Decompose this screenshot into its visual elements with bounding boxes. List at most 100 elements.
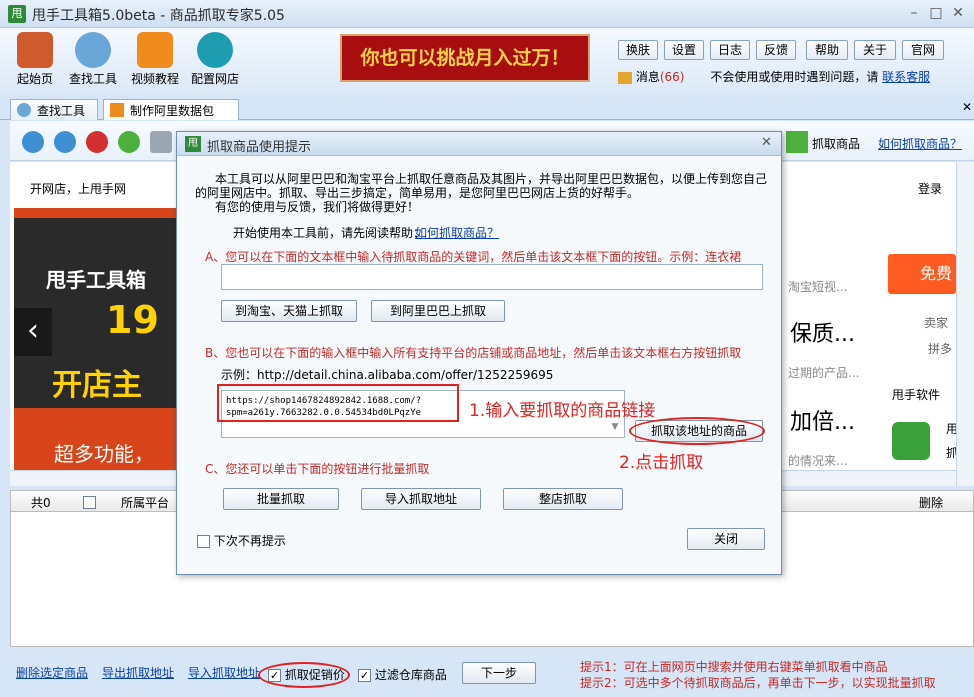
filter-warehouse-checkbox[interactable]: ✓ <box>358 669 371 682</box>
carousel-prev-icon[interactable]: ‹ <box>14 308 52 356</box>
free-button[interactable]: 免费 <box>888 254 956 294</box>
dialog-close-icon[interactable]: ✕ <box>761 135 772 150</box>
skin-button[interactable]: 换肤 <box>618 40 658 60</box>
column-delete[interactable]: 删除 <box>919 494 943 511</box>
contact-support-link[interactable]: 联系客服 <box>882 70 930 84</box>
shop-grab-button[interactable]: 整店抓取 <box>503 488 623 510</box>
help-text: 不会使用或使用时遇到问题，请 <box>710 70 879 84</box>
article-snippet-1[interactable]: 淘宝短视... <box>788 278 847 295</box>
url-highlight-rect <box>217 384 459 422</box>
page-vertical-scrollbar[interactable] <box>956 162 974 486</box>
export-urls-link[interactable]: 导出抓取地址 <box>102 664 174 681</box>
window-title: 甩手工具箱5.0beta - 商品抓取专家5.05 <box>32 8 285 24</box>
hero-title: 甩手工具箱 <box>46 268 146 292</box>
config-tool[interactable]: 配置网店 <box>184 32 246 87</box>
feedback-button[interactable]: 反馈 <box>756 40 796 60</box>
message-label[interactable]: 消息 <box>636 70 660 84</box>
minimize-icon[interactable]: – <box>904 4 924 22</box>
bottom-bar: 删除选定商品 导出抓取地址 导入抓取地址 ✓ 抓取促销价 ✓ 过滤仓库商品 下一… <box>0 650 974 697</box>
promo-banner[interactable]: 你也可以挑战月入过万！ <box>340 34 590 82</box>
dont-show-again-checkbox[interactable] <box>197 535 210 548</box>
example-url: 示例：http://detail.china.alibaba.com/offer… <box>221 368 554 382</box>
dialog-body: 本工具可以从阿里巴巴和淘宝平台上抓取任意商品及其图片，并导出阿里巴巴数据包，以便… <box>177 156 781 574</box>
grab-tips-dialog: 甩 抓取商品使用提示 ✕ 本工具可以从阿里巴巴和淘宝平台上抓取任意商品及其图片，… <box>176 131 782 575</box>
video-tool[interactable]: 视频教程 <box>124 32 186 87</box>
grab-alibaba-button[interactable]: 到阿里巴巴上抓取 <box>371 300 505 322</box>
next-step-button[interactable]: 下一步 <box>462 662 536 684</box>
dont-show-again-option[interactable]: 下次不再提示 <box>197 532 286 549</box>
import-grab-urls-button[interactable]: 导入抓取地址 <box>361 488 481 510</box>
forward-icon[interactable] <box>54 131 76 153</box>
maximize-icon[interactable]: □ <box>926 4 946 22</box>
grab-products-button[interactable]: 抓取商品 <box>812 135 860 152</box>
hero-number: 19 <box>106 298 159 342</box>
dialog-title-bar: 甩 抓取商品使用提示 ✕ <box>177 132 781 156</box>
gear-icon <box>197 32 233 68</box>
tab-ali-package-label: 制作阿里数据包 <box>130 104 215 118</box>
intro-line-3: 有您的使用与反馈，我们将做得更好！ <box>215 200 420 214</box>
software-side-2: 抓 <box>946 446 956 460</box>
home-tool[interactable]: 起始页 <box>4 32 66 87</box>
dialog-close-button[interactable]: 关闭 <box>687 528 765 550</box>
dialog-title: 抓取商品使用提示 <box>207 140 312 155</box>
software-app-icon[interactable] <box>892 422 930 460</box>
tab-find-tools[interactable]: 查找工具 <box>10 99 98 120</box>
close-icon[interactable]: ✕ <box>948 4 968 22</box>
title-bar: 甩 甩手工具箱5.0beta - 商品抓取专家5.05 – □ ✕ <box>0 0 974 28</box>
website-button[interactable]: 官网 <box>902 40 944 60</box>
grid-count: 共0 <box>31 496 51 510</box>
software-label: 甩手软件 <box>892 388 941 402</box>
refresh-icon[interactable] <box>118 131 140 153</box>
keyword-input[interactable] <box>221 264 763 290</box>
login-link[interactable]: 登录 <box>918 180 942 197</box>
magnifier-icon <box>75 32 111 68</box>
batch-grab-button[interactable]: 批量抓取 <box>223 488 339 510</box>
filter-warehouse-label: 过滤仓库商品 <box>374 668 447 682</box>
message-count: (66) <box>659 70 685 84</box>
column-platform[interactable]: 所属平台 <box>121 494 169 511</box>
grab-taobao-button[interactable]: 到淘宝、天猫上抓取 <box>221 300 357 322</box>
article-snippet-5[interactable]: 的情况来... <box>788 452 847 469</box>
seller-label: 卖家 <box>924 316 949 330</box>
promo-highlight-oval <box>258 662 350 688</box>
tip-2: 提示2：可选中多个待抓取商品后，再单击下一步，以实现批量抓取 <box>580 676 936 690</box>
read-help-text: 开始使用本工具前，请先阅读帮助： <box>233 226 426 240</box>
article-snippet-2[interactable]: 保质... <box>790 316 855 348</box>
hero-subtitle: 开店主 <box>52 368 142 403</box>
log-button[interactable]: 日志 <box>710 40 750 60</box>
grab-url-highlight-oval <box>629 417 765 445</box>
tab-find-tools-label: 查找工具 <box>37 104 86 118</box>
back-icon[interactable] <box>22 131 44 153</box>
filter-warehouse-option[interactable]: ✓ 过滤仓库商品 <box>358 666 447 683</box>
section-a-text: A、您可以在下面的文本框中输入待抓取商品的关键词，然后单击该文本框下面的按钮。示… <box>205 250 742 264</box>
help-button[interactable]: 帮助 <box>806 40 848 60</box>
main-toolbar: 起始页 查找工具 视频教程 配置网店 你也可以挑战月入过万！ 换肤 设置 日志 … <box>0 28 974 96</box>
select-all-checkbox[interactable] <box>83 496 96 509</box>
section-b-text: B、您也可以在下面的输入框中输入所有支持平台的店铺或商品地址，然后单击该文本框右… <box>205 346 742 360</box>
settings-button[interactable]: 设置 <box>664 40 704 60</box>
import-urls-link[interactable]: 导入抓取地址 <box>188 664 260 681</box>
magnifier-icon <box>17 103 31 117</box>
dont-show-again-label: 下次不再提示 <box>213 534 286 548</box>
download-icon <box>786 131 808 153</box>
annotation-step-2: 2.点击抓取 <box>619 453 704 473</box>
how-to-grab-link[interactable]: 如何抓取商品？ <box>878 135 962 152</box>
config-tool-label: 配置网店 <box>190 72 239 86</box>
article-snippet-3[interactable]: 过期的产品... <box>788 364 859 381</box>
about-button[interactable]: 关于 <box>854 40 896 60</box>
page-slogan[interactable]: 开网店，上甩手网 <box>30 180 126 197</box>
find-tool[interactable]: 查找工具 <box>62 32 124 87</box>
tip-1: 提示1：可在上面网页中搜索并使用右键菜单抓取看中商品 <box>580 660 888 674</box>
stop-icon[interactable] <box>86 131 108 153</box>
section-c-text: C、您还可以单击下面的按钮进行批量抓取 <box>205 462 430 476</box>
article-snippet-4[interactable]: 加倍... <box>790 404 855 436</box>
delete-selected-link[interactable]: 删除选定商品 <box>16 664 88 681</box>
tab-ali-package[interactable]: 制作阿里数据包 <box>103 99 239 120</box>
read-help-link[interactable]: 如何抓取商品？ <box>415 224 499 241</box>
close-tab-icon[interactable]: ✕ <box>962 100 972 114</box>
dialog-app-icon: 甩 <box>185 136 201 152</box>
home-tool-label: 起始页 <box>16 72 53 86</box>
message-row: 消息(66) 不会使用或使用时遇到问题，请 联系客服 <box>618 68 930 85</box>
annotation-step-1: 1.输入要抓取的商品链接 <box>469 401 656 421</box>
tools-icon[interactable] <box>150 131 172 153</box>
